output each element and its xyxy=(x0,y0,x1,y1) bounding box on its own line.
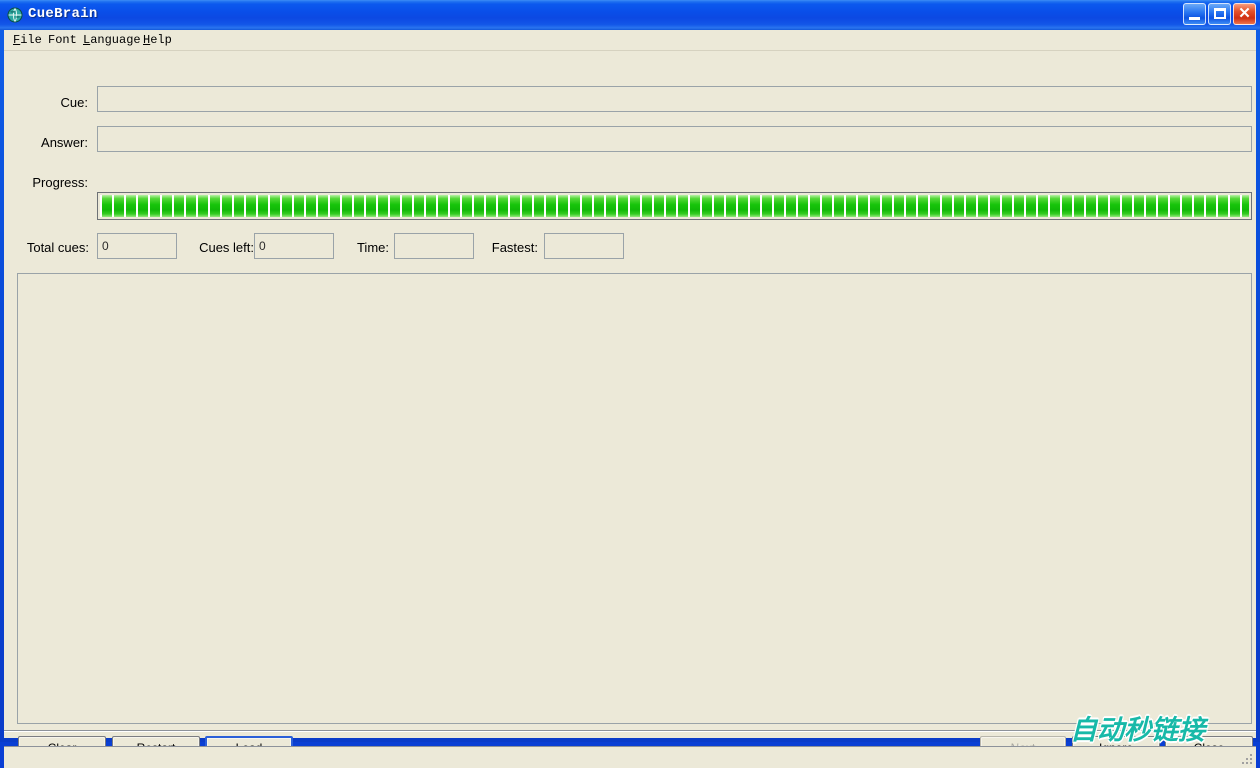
total-cues-input[interactable] xyxy=(97,233,177,259)
menu-item-font[interactable]: Font xyxy=(46,33,79,47)
time-input[interactable] xyxy=(394,233,474,259)
window-title: CueBrain xyxy=(28,6,98,22)
cue-label: Cue: xyxy=(60,95,88,110)
maximize-button[interactable] xyxy=(1208,3,1231,25)
main-panel: Cue: Answer: Progress: Total cues: Cues … xyxy=(4,51,1256,761)
title-bar[interactable]: CueBrain ✕ xyxy=(0,0,1260,30)
cue-input[interactable] xyxy=(97,86,1252,112)
menu-item-language[interactable]: Language xyxy=(81,33,143,47)
cues-left-input[interactable] xyxy=(254,233,334,259)
answer-input[interactable] xyxy=(97,126,1252,152)
cues-left-label: Cues left: xyxy=(199,240,254,255)
progress-label: Progress: xyxy=(32,175,88,190)
close-window-button[interactable]: ✕ xyxy=(1233,3,1256,25)
resize-grip-icon[interactable] xyxy=(1240,752,1254,766)
fastest-label: Fastest: xyxy=(491,240,538,255)
menu-item-help[interactable]: Help xyxy=(141,33,174,47)
answer-label: Answer: xyxy=(41,135,88,150)
menu-bar: File Font Language Help xyxy=(4,30,1256,51)
output-text xyxy=(18,274,1251,282)
globe-icon xyxy=(7,7,23,23)
fastest-input[interactable] xyxy=(544,233,624,259)
time-label: Time: xyxy=(356,240,389,255)
menu-item-file[interactable]: File xyxy=(11,33,44,47)
status-bar xyxy=(4,746,1256,768)
window-controls: ✕ xyxy=(1183,3,1256,25)
maximize-icon xyxy=(1214,8,1226,19)
output-text-area[interactable] xyxy=(17,273,1252,724)
minimize-icon xyxy=(1189,17,1200,20)
client-frame: File Font Language Help Cue: Answer: Pro… xyxy=(0,30,1260,768)
progress-bar-fill xyxy=(100,195,1249,217)
progress-bar xyxy=(97,192,1252,220)
close-icon: ✕ xyxy=(1238,5,1251,22)
minimize-button[interactable] xyxy=(1183,3,1206,25)
application-window: CueBrain ✕ File Font Language Help Cue: xyxy=(0,0,1260,768)
button-bar-separator-highlight xyxy=(4,731,1256,732)
total-cues-label: Total cues: xyxy=(26,240,89,255)
